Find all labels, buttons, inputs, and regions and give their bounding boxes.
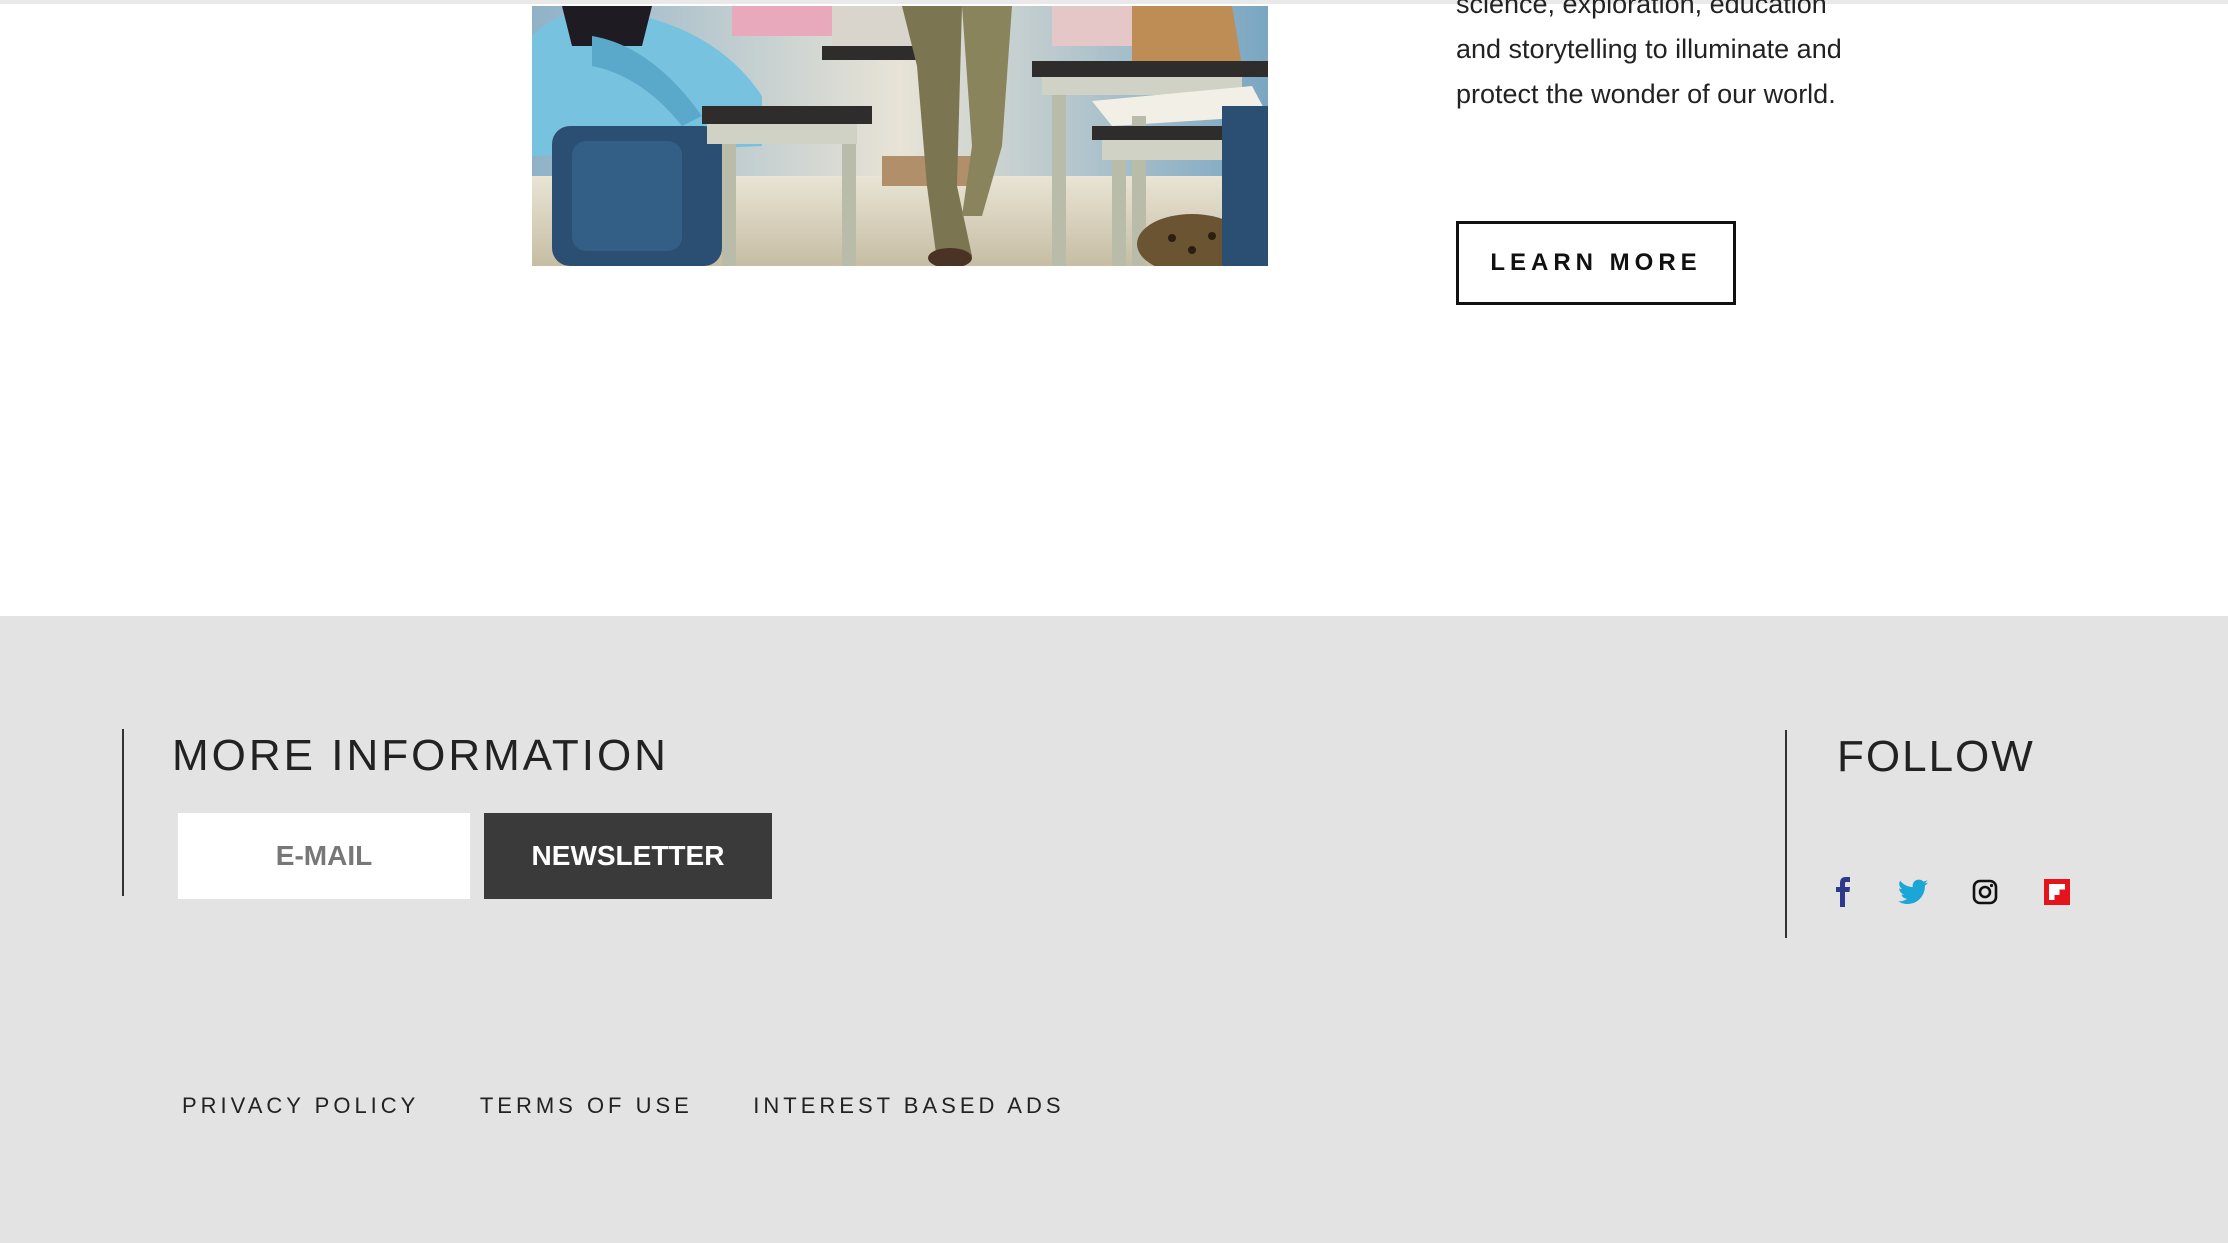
mission-statement: science, exploration, education and stor… bbox=[1456, 0, 1926, 117]
site-footer: MORE INFORMATION E-MAIL NEWSLETTER FOLLO… bbox=[0, 616, 2228, 1243]
mission-line: protect the wonder of our world. bbox=[1456, 79, 1836, 109]
legal-links: PRIVACY POLICY TERMS OF USE INTEREST BAS… bbox=[182, 1093, 1121, 1119]
newsletter-button[interactable]: NEWSLETTER bbox=[484, 813, 772, 899]
follow-heading: FOLLOW bbox=[1837, 732, 2035, 781]
facebook-icon[interactable] bbox=[1827, 876, 1859, 908]
interest-based-ads-link[interactable]: INTEREST BASED ADS bbox=[753, 1093, 1064, 1119]
learn-more-button[interactable]: LEARN MORE bbox=[1456, 221, 1736, 305]
instagram-icon[interactable] bbox=[1969, 876, 2001, 908]
terms-of-use-link[interactable]: TERMS OF USE bbox=[480, 1093, 693, 1119]
twitter-icon[interactable] bbox=[1897, 876, 1929, 908]
classroom-photo bbox=[532, 6, 1268, 266]
mission-line: science, exploration, education bbox=[1456, 0, 1827, 19]
privacy-policy-link[interactable]: PRIVACY POLICY bbox=[182, 1093, 419, 1119]
flipboard-icon[interactable] bbox=[2041, 876, 2073, 908]
follow-section: FOLLOW bbox=[1785, 730, 2117, 938]
email-input[interactable]: E-MAIL bbox=[178, 813, 470, 899]
mission-line: and storytelling to illuminate and bbox=[1456, 34, 1842, 64]
more-information-section: MORE INFORMATION E-MAIL NEWSLETTER bbox=[122, 729, 1024, 899]
more-information-heading: MORE INFORMATION bbox=[172, 731, 669, 780]
